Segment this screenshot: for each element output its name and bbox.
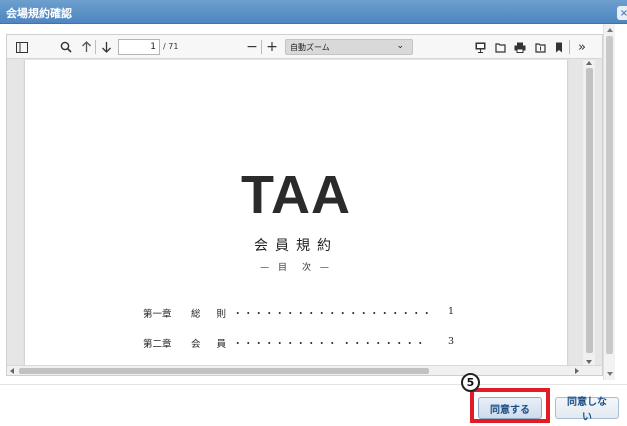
scroll-down-icon[interactable] — [586, 360, 592, 364]
toc-leader-dots: ・・・・・・・・・・ ・・・・・・・・ — [233, 339, 427, 350]
close-button[interactable]: × — [617, 6, 627, 20]
pdf-page: TAA 会員規約 — 目 次 — 第一章 総則 ・・・・・・・・・・・・・・・・… — [25, 60, 567, 365]
search-icon[interactable] — [59, 39, 73, 55]
zoom-in-button[interactable]: + — [265, 39, 279, 55]
dialog-title: 会場規約確認 — [6, 7, 72, 20]
scroll-right-icon[interactable] — [575, 368, 579, 374]
toc-page-number: 1 — [448, 306, 455, 317]
agree-button[interactable]: 同意する — [478, 397, 542, 419]
download-icon[interactable] — [533, 39, 547, 55]
print-icon[interactable] — [513, 39, 527, 55]
viewer-vertical-scrollbar[interactable] — [583, 60, 595, 365]
page-number-input[interactable] — [118, 39, 160, 55]
toc-leader-dots: ・・・・・・・・・・・・・・・・・・・ — [233, 309, 433, 320]
toolbar-separator — [95, 40, 96, 54]
vertical-scroll-thumb[interactable] — [586, 68, 593, 353]
chevron-down-icon: ⌄ — [396, 41, 404, 51]
arrow-down-icon[interactable] — [99, 39, 113, 55]
footer-divider — [0, 384, 627, 385]
terms-dialog: 会場規約確認 × / 71 − + — [0, 0, 627, 426]
bookmark-icon[interactable] — [553, 39, 565, 55]
zoom-out-button[interactable]: − — [245, 39, 259, 55]
pdf-viewer: / 71 − + 自動ズーム ⌄ » — [6, 34, 603, 376]
toolbar-separator — [261, 40, 262, 54]
document-subtitle: 会員規約 — [254, 238, 338, 254]
viewer-horizontal-scrollbar[interactable] — [7, 365, 602, 375]
document-viewport[interactable]: TAA 会員規約 — 目 次 — 第一章 総則 ・・・・・・・・・・・・・・・・… — [7, 60, 602, 365]
toc-chapter: 第二章 — [143, 339, 172, 350]
zoom-select-value: 自動ズーム — [290, 43, 330, 52]
step-number-badge: 5 — [461, 373, 480, 392]
pdf-toolbar: / 71 − + 自動ズーム ⌄ » — [7, 35, 602, 59]
dialog-scroll-down-icon[interactable] — [607, 372, 613, 376]
toolbar-separator — [569, 40, 570, 54]
toc-heading: — 目 次 — — [260, 263, 332, 273]
arrow-up-icon[interactable] — [79, 39, 93, 55]
sidebar-toggle-icon[interactable] — [15, 39, 29, 55]
dialog-scroll-thumb[interactable] — [606, 36, 613, 354]
horizontal-scroll-thumb[interactable] — [19, 368, 429, 374]
dialog-titlebar: 会場規約確認 × — [0, 0, 627, 24]
document-logo: TAA — [241, 165, 351, 225]
open-file-icon[interactable] — [493, 39, 507, 55]
toc-chapter: 第一章 — [143, 309, 172, 320]
page-total-label: / 71 — [163, 42, 179, 51]
more-tools-icon[interactable]: » — [575, 39, 589, 55]
dialog-scrollbar[interactable] — [603, 24, 615, 380]
scroll-left-icon[interactable] — [10, 368, 14, 374]
presentation-icon[interactable] — [473, 39, 487, 55]
disagree-button[interactable]: 同意しない — [555, 397, 619, 423]
dialog-scroll-up-icon[interactable] — [607, 28, 613, 32]
zoom-select[interactable]: 自動ズーム ⌄ — [285, 39, 413, 55]
scroll-up-icon[interactable] — [586, 61, 592, 65]
toc-page-number: 3 — [448, 336, 455, 347]
